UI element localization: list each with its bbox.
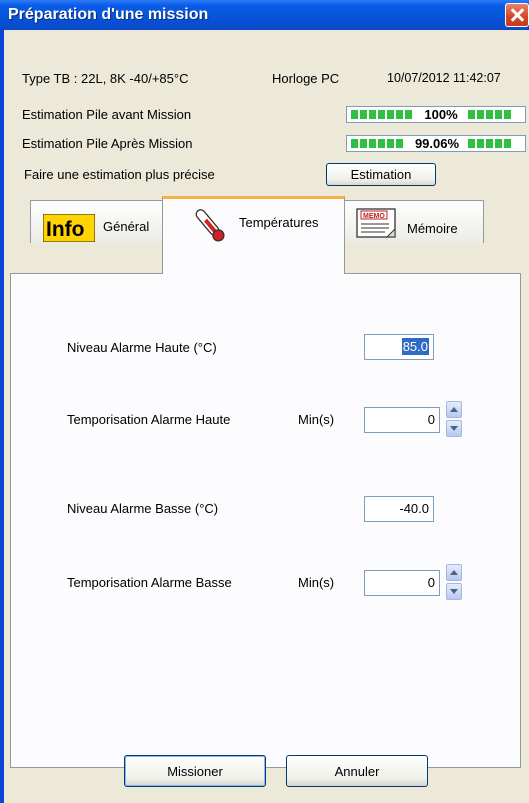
high-alarm-level-input[interactable]: 85.0 — [364, 334, 434, 360]
battery-segment — [495, 110, 502, 119]
battery-segment — [477, 110, 484, 119]
low-alarm-level-label: Niveau Alarme Basse (°C) — [67, 501, 219, 516]
battery-segment — [351, 139, 358, 148]
type-tb-label: Type TB : 22L, 8K -40/+85°C — [22, 71, 189, 86]
battery-segment — [477, 139, 484, 148]
low-alarm-delay-input[interactable]: 0 — [364, 570, 440, 596]
battery-segment — [396, 139, 403, 148]
battery-segment — [504, 139, 511, 148]
annuler-button[interactable]: Annuler — [286, 755, 428, 787]
spin-up-icon[interactable] — [446, 564, 462, 581]
battery-segment — [369, 110, 376, 119]
memo-icon: MEMO — [356, 208, 396, 238]
battery-segment — [387, 110, 394, 119]
low-alarm-level-input[interactable]: -40.0 — [364, 496, 434, 522]
battery-segment — [360, 139, 367, 148]
battery-segment — [468, 110, 475, 119]
battery-segment — [405, 110, 412, 119]
tab-general[interactable]: Info Général — [30, 200, 163, 243]
battery-segment — [486, 139, 493, 148]
battery-segment — [468, 139, 475, 148]
high-alarm-level-label: Niveau Alarme Haute (°C) — [67, 340, 217, 355]
battery-before-label: Estimation Pile avant Mission — [22, 107, 192, 122]
battery-before-value: 100% — [419, 107, 463, 122]
window-title: Préparation d'une mission — [8, 6, 209, 23]
low-alarm-delay-label: Temporisation Alarme Basse — [67, 575, 232, 590]
spin-up-icon[interactable] — [446, 401, 462, 418]
battery-segment — [378, 139, 385, 148]
clock-label: Horloge PC — [272, 71, 340, 86]
clock-value: 10/07/2012 11:42:07 — [387, 71, 501, 85]
close-button[interactable] — [505, 3, 529, 27]
spin-down-icon[interactable] — [446, 420, 462, 437]
estimation-button[interactable]: Estimation — [326, 163, 436, 186]
battery-segment — [351, 110, 358, 119]
low-alarm-delay-unit: Min(s) — [298, 575, 335, 590]
spin-down-icon[interactable] — [446, 583, 462, 600]
tab-general-label: Général — [103, 219, 150, 234]
high-alarm-delay-label: Temporisation Alarme Haute — [67, 412, 231, 427]
battery-after-value: 99.06% — [409, 136, 465, 151]
tab-memoire-label: Mémoire — [407, 221, 458, 236]
dialog-window: Préparation d'une mission Type TB : 22L,… — [0, 0, 529, 803]
battery-segment — [378, 110, 385, 119]
tab-memoire[interactable]: MEMO Mémoire — [344, 200, 484, 243]
battery-segment — [495, 139, 502, 148]
precise-estimation-label: Faire une estimation plus précise — [24, 167, 215, 182]
battery-segment — [396, 110, 403, 119]
thermometer-icon — [195, 209, 225, 242]
high-alarm-delay-unit: Min(s) — [298, 412, 335, 427]
temperatures-panel: Niveau Alarme Haute (°C) 85.0 Temporisat… — [10, 273, 521, 768]
dialog-client: Type TB : 22L, 8K -40/+85°C Horloge PC 1… — [4, 30, 529, 803]
battery-segment — [387, 139, 394, 148]
svg-text:Info: Info — [46, 218, 84, 241]
battery-segment — [504, 110, 511, 119]
low-alarm-delay-spinner[interactable] — [446, 564, 462, 600]
title-bar[interactable]: Préparation d'une mission — [0, 0, 529, 30]
tab-temperatures-label: Températures — [239, 215, 319, 230]
battery-segment — [486, 110, 493, 119]
high-alarm-delay-input[interactable]: 0 — [364, 407, 440, 433]
tab-temperatures[interactable]: Températures — [162, 196, 345, 274]
battery-after-bar: 99.06% — [346, 135, 526, 152]
high-alarm-delay-spinner[interactable] — [446, 401, 462, 437]
svg-text:MEMO: MEMO — [363, 213, 385, 220]
battery-segment — [369, 139, 376, 148]
battery-after-label: Estimation Pile Après Mission — [22, 136, 193, 151]
missioner-button[interactable]: Missioner — [124, 755, 266, 787]
battery-before-bar: 100% — [346, 106, 526, 123]
battery-segment — [360, 110, 367, 119]
high-alarm-level-value: 85.0 — [401, 338, 429, 355]
info-icon: Info — [43, 214, 95, 242]
